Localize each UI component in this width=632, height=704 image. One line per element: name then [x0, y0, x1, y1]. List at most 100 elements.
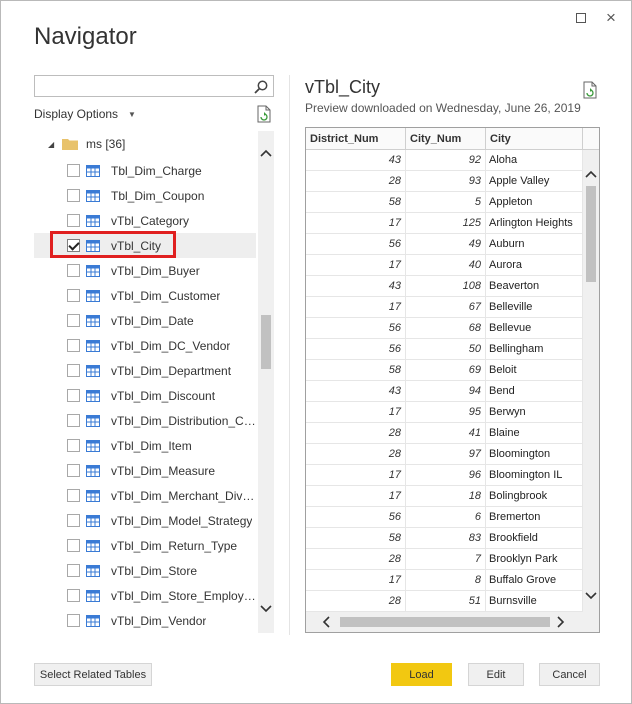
table-checkbox[interactable] [67, 214, 80, 227]
column-header-district-num[interactable]: District_Num [306, 128, 406, 150]
tree-scroll-thumb[interactable] [261, 315, 271, 369]
tree-item[interactable]: vTbl_Dim_Discount [34, 383, 256, 408]
close-icon: × [606, 8, 616, 27]
refresh-preview-icon[interactable] [582, 81, 598, 99]
table-checkbox[interactable] [67, 164, 80, 177]
cell-city-num: 40 [406, 255, 486, 275]
table-icon [86, 189, 100, 202]
cell-city-num: 18 [406, 486, 486, 506]
table-checkbox[interactable] [67, 189, 80, 202]
search-icon[interactable] [253, 79, 269, 95]
edit-button[interactable]: Edit [468, 663, 524, 686]
scroll-right-icon[interactable] [553, 614, 569, 630]
table-checkbox[interactable] [67, 264, 80, 277]
table-checkbox[interactable] [67, 289, 80, 302]
navigator-window: × Navigator Display Options ▼ ◢ ms [36] … [0, 0, 632, 704]
table-checkbox[interactable] [67, 414, 80, 427]
table-checkbox[interactable] [67, 614, 80, 627]
cell-city-num: 69 [406, 360, 486, 380]
table-hscroll-thumb[interactable] [340, 617, 550, 627]
tree-item[interactable]: vTbl_Dim_Vendor [34, 608, 256, 633]
table-checkbox[interactable] [67, 514, 80, 527]
cell-city-num: 67 [406, 297, 486, 317]
maximize-button[interactable] [570, 7, 592, 29]
table-icon [86, 339, 100, 352]
table-checkbox[interactable] [67, 439, 80, 452]
scroll-up-icon[interactable] [258, 145, 274, 161]
cell-city-num: 5 [406, 192, 486, 212]
table-icon [86, 314, 100, 327]
scroll-down-icon[interactable] [583, 588, 599, 604]
tree-item[interactable]: vTbl_Dim_Store [34, 558, 256, 583]
tree-item[interactable]: vTbl_Dim_Department [34, 358, 256, 383]
select-related-tables-button[interactable]: Select Related Tables [34, 663, 152, 686]
folder-ms[interactable]: ◢ ms [36] [34, 133, 254, 155]
close-button[interactable]: × [600, 7, 622, 29]
tree-item[interactable]: vTbl_Dim_DC_Vendor [34, 333, 256, 358]
tree-item[interactable]: vTbl_Dim_Distribution_Ce... [34, 408, 256, 433]
tree-item[interactable]: vTbl_Dim_Store_Employee [34, 583, 256, 608]
cell-district-num: 17 [306, 255, 406, 275]
cancel-button[interactable]: Cancel [539, 663, 600, 686]
tree-item-label: vTbl_Dim_Date [111, 313, 194, 328]
tree-item[interactable]: Tbl_Dim_Coupon [34, 183, 256, 208]
tree-item[interactable]: vTbl_Dim_Item [34, 433, 256, 458]
tree-item-label: Tbl_Dim_Coupon [111, 188, 205, 203]
cell-district-num: 43 [306, 381, 406, 401]
tree-item[interactable]: vTbl_Dim_Customer [34, 283, 256, 308]
cell-district-num: 17 [306, 402, 406, 422]
folder-icon [62, 139, 78, 150]
table-checkbox[interactable] [67, 464, 80, 477]
table-row: 17 95 Berwyn [306, 402, 583, 423]
table-body: 43 92 Aloha 28 93 Apple Valley 58 5 Appleton 17 12… [306, 150, 583, 612]
scroll-down-icon[interactable] [258, 601, 274, 617]
tree-item[interactable]: vTbl_Dim_Model_Strategy [34, 508, 256, 533]
cell-city: Aloha [486, 150, 583, 170]
tree-item-label: vTbl_Dim_Measure [111, 463, 216, 478]
table-row: 56 68 Bellevue [306, 318, 583, 339]
table-icon [86, 489, 100, 502]
cell-city: Bloomington [486, 444, 583, 464]
table-icon [86, 439, 100, 452]
tree-item[interactable]: vTbl_Dim_Measure [34, 458, 256, 483]
table-checkbox[interactable] [67, 564, 80, 577]
load-button[interactable]: Load [391, 663, 452, 686]
tree-scrollbar[interactable] [258, 131, 274, 633]
folder-label: ms [36] [86, 137, 126, 151]
caret-down-icon: ▼ [128, 109, 136, 119]
tree-item[interactable]: vTbl_Dim_Merchant_Divisi... [34, 483, 256, 508]
table-checkbox[interactable] [67, 539, 80, 552]
cell-district-num: 28 [306, 171, 406, 191]
column-header-city[interactable]: City [486, 128, 583, 150]
table-checkbox[interactable] [67, 589, 80, 602]
search-input[interactable] [35, 76, 249, 96]
table-icon [86, 364, 100, 377]
tree-item[interactable]: vTbl_Dim_Date [34, 308, 256, 333]
table-vscroll-thumb[interactable] [586, 186, 596, 282]
table-icon [86, 614, 100, 627]
tree-item[interactable]: vTbl_Dim_Buyer [34, 258, 256, 283]
cell-district-num: 56 [306, 339, 406, 359]
column-header-city-num[interactable]: City_Num [406, 128, 486, 150]
scroll-left-icon[interactable] [318, 614, 334, 630]
table-vertical-scrollbar[interactable] [583, 150, 599, 612]
refresh-icon[interactable] [256, 105, 272, 123]
table-row: 28 7 Brooklyn Park [306, 549, 583, 570]
cell-city: Beloit [486, 360, 583, 380]
table-horizontal-scrollbar[interactable] [306, 612, 599, 632]
cell-district-num: 58 [306, 192, 406, 212]
table-checkbox[interactable] [67, 489, 80, 502]
expand-triangle-icon[interactable]: ◢ [48, 140, 58, 149]
tree-item[interactable]: Tbl_Dim_Charge [34, 158, 256, 183]
table-checkbox[interactable] [67, 389, 80, 402]
table-icon [86, 164, 100, 177]
table-checkbox[interactable] [67, 339, 80, 352]
tree-item[interactable]: vTbl_Dim_Return_Type [34, 533, 256, 558]
table-checkbox[interactable] [67, 364, 80, 377]
tree-item[interactable]: vTbl_Category [34, 208, 256, 233]
scroll-up-icon[interactable] [583, 166, 599, 182]
display-options-dropdown[interactable]: Display Options ▼ [34, 107, 136, 121]
table-icon [86, 214, 100, 227]
table-checkbox[interactable] [67, 314, 80, 327]
dialog-title: Navigator [34, 23, 137, 50]
